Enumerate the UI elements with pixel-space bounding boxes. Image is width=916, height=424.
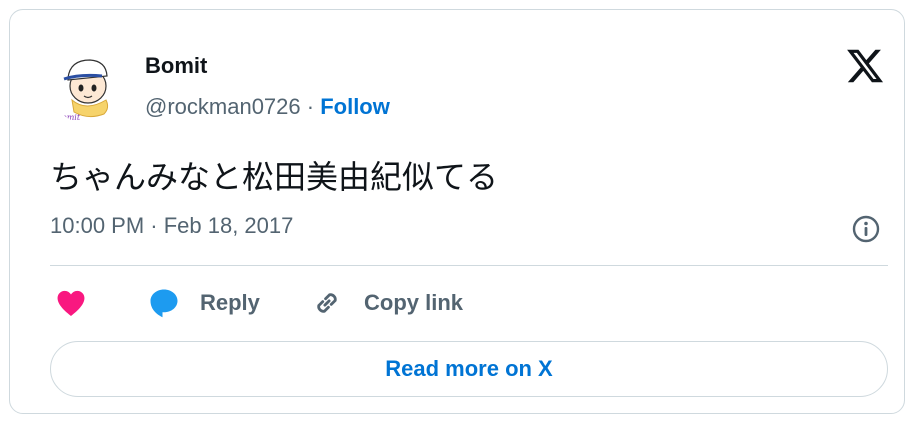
avatar-illustration: Bomit — [50, 48, 126, 124]
divider — [50, 265, 888, 266]
reply-button[interactable]: Reply — [146, 283, 260, 323]
read-more-button[interactable]: Read more on X — [50, 341, 888, 397]
speech-bubble-icon — [150, 289, 178, 318]
svg-text:Bomit: Bomit — [55, 113, 81, 122]
tweet-text: ちゃんみなと松田美由紀似てる — [50, 159, 499, 195]
x-logo-icon[interactable] — [845, 46, 885, 86]
meta-separator: · — [300, 94, 321, 119]
author-handle[interactable]: @rockman0726 — [145, 94, 301, 119]
heart-icon — [57, 290, 85, 317]
copy-link-label: Copy link — [364, 290, 464, 315]
author-meta: @rockman0726 · Follow — [145, 94, 390, 120]
copy-link-button[interactable]: Copy link — [310, 283, 463, 323]
info-icon[interactable] — [850, 213, 882, 245]
avatar[interactable]: Bomit — [50, 48, 126, 124]
like-button[interactable] — [54, 283, 88, 323]
reply-label: Reply — [200, 290, 260, 315]
tweet-timestamp[interactable]: 10:00 PM · Feb 18, 2017 — [50, 213, 293, 239]
link-icon — [317, 293, 337, 313]
follow-button[interactable]: Follow — [320, 94, 390, 119]
tweet-embed-card: Bomit Bomit @rockman0726 · Follow ちゃんみなと… — [9, 9, 905, 414]
author-name[interactable]: Bomit — [145, 53, 207, 79]
